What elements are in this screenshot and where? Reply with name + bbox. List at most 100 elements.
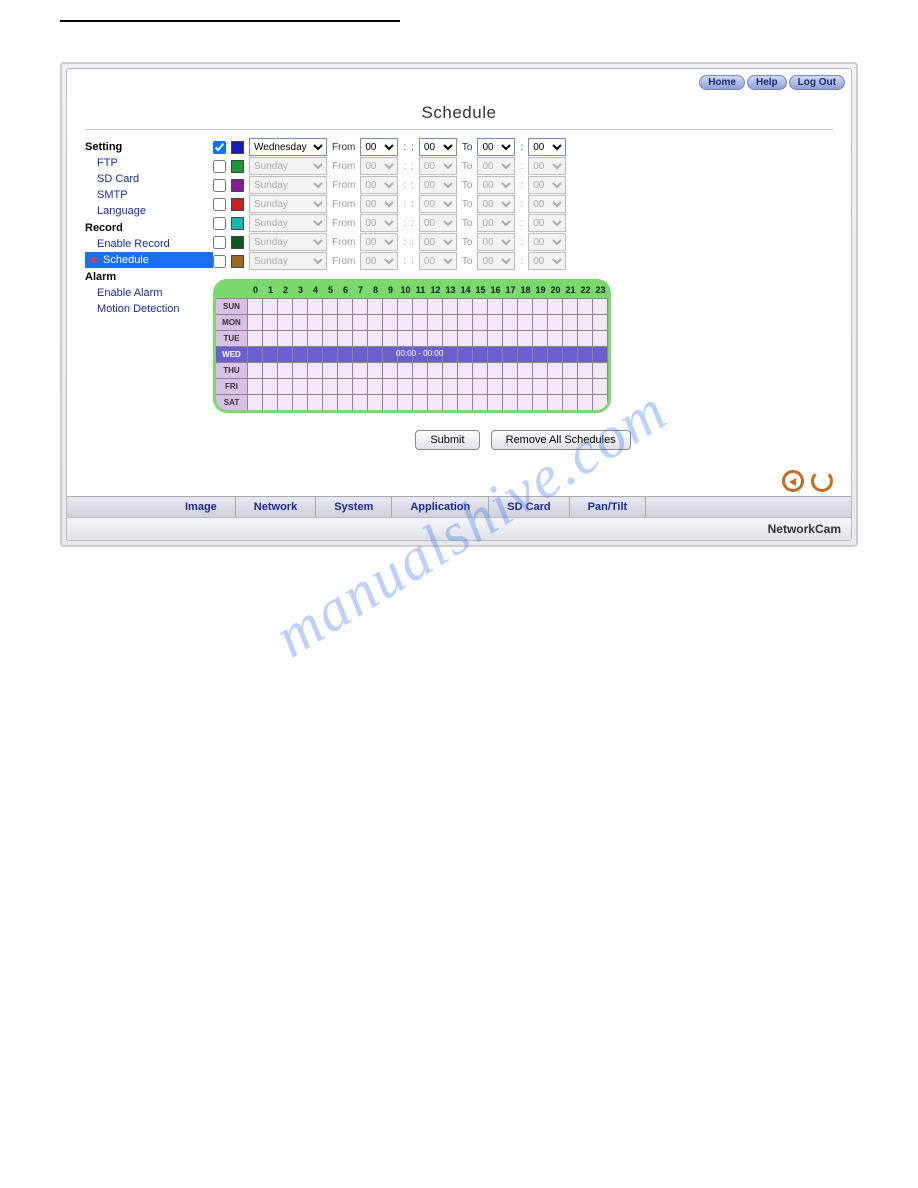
cal-cell[interactable]: [428, 378, 443, 394]
cal-cell[interactable]: [443, 330, 458, 346]
cal-cell[interactable]: [578, 298, 593, 314]
cal-cell[interactable]: [353, 378, 368, 394]
cal-cell[interactable]: [578, 378, 593, 394]
cal-cell[interactable]: [593, 394, 608, 410]
row-enable-checkbox[interactable]: [213, 236, 226, 249]
cal-cell[interactable]: [563, 378, 578, 394]
to-m-select[interactable]: 00: [528, 138, 566, 156]
cal-cell[interactable]: [578, 394, 593, 410]
cal-cell[interactable]: [428, 394, 443, 410]
cal-cell[interactable]: [563, 346, 578, 362]
cal-cell[interactable]: [338, 346, 353, 362]
to-h-select[interactable]: 00: [477, 138, 515, 156]
back-icon[interactable]: [782, 470, 804, 492]
cal-cell[interactable]: [338, 298, 353, 314]
to-m-select[interactable]: 00: [528, 252, 566, 270]
row-enable-checkbox[interactable]: [213, 198, 226, 211]
cal-cell[interactable]: [278, 346, 293, 362]
cal-cell[interactable]: [248, 314, 263, 330]
cal-cell[interactable]: [353, 394, 368, 410]
cal-cell[interactable]: [293, 298, 308, 314]
cal-cell[interactable]: [548, 314, 563, 330]
cal-cell[interactable]: [368, 346, 383, 362]
cal-cell[interactable]: [278, 330, 293, 346]
tab-system[interactable]: System: [316, 497, 392, 517]
cal-cell[interactable]: [323, 362, 338, 378]
cal-cell[interactable]: [458, 378, 473, 394]
from-m-select[interactable]: 00: [419, 195, 457, 213]
tab-sd-card[interactable]: SD Card: [489, 497, 569, 517]
cal-cell[interactable]: [308, 314, 323, 330]
cal-cell[interactable]: [443, 346, 458, 362]
row-enable-checkbox[interactable]: [213, 160, 226, 173]
from-h-select[interactable]: 00: [360, 138, 398, 156]
cal-cell[interactable]: [398, 298, 413, 314]
cal-cell[interactable]: [398, 378, 413, 394]
cal-cell[interactable]: [443, 394, 458, 410]
cal-cell[interactable]: [308, 394, 323, 410]
cal-cell[interactable]: [533, 314, 548, 330]
cal-cell[interactable]: [458, 362, 473, 378]
tab-application[interactable]: Application: [392, 497, 489, 517]
cal-cell[interactable]: [293, 346, 308, 362]
cal-cell[interactable]: [458, 314, 473, 330]
to-m-select[interactable]: 00: [528, 176, 566, 194]
cal-cell[interactable]: [353, 346, 368, 362]
cal-cell[interactable]: [518, 346, 533, 362]
from-m-select[interactable]: 00: [419, 233, 457, 251]
cal-cell[interactable]: [488, 298, 503, 314]
cal-cell[interactable]: [413, 330, 428, 346]
cal-cell[interactable]: [308, 346, 323, 362]
cal-cell[interactable]: [413, 394, 428, 410]
cal-cell[interactable]: [323, 394, 338, 410]
cal-cell[interactable]: [278, 378, 293, 394]
cal-cell[interactable]: [383, 394, 398, 410]
from-m-select[interactable]: 00: [419, 138, 457, 156]
cal-cell[interactable]: [458, 346, 473, 362]
cal-cell[interactable]: [458, 298, 473, 314]
refresh-icon[interactable]: [811, 470, 833, 492]
to-h-select[interactable]: 00: [477, 195, 515, 213]
cal-cell[interactable]: [563, 394, 578, 410]
cal-cell[interactable]: [503, 394, 518, 410]
cal-cell[interactable]: [503, 330, 518, 346]
cal-cell[interactable]: [503, 346, 518, 362]
cal-cell[interactable]: [548, 330, 563, 346]
cal-cell[interactable]: [263, 362, 278, 378]
cal-cell[interactable]: [323, 378, 338, 394]
sidebar-item-enable-alarm[interactable]: Enable Alarm: [85, 285, 213, 301]
day-select[interactable]: Sunday: [249, 233, 327, 251]
from-h-select[interactable]: 00: [360, 176, 398, 194]
from-m-select[interactable]: 00: [419, 252, 457, 270]
cal-cell[interactable]: [518, 378, 533, 394]
home-button[interactable]: Home: [699, 75, 745, 90]
cal-cell[interactable]: [593, 298, 608, 314]
sidebar-item-schedule[interactable]: Schedule: [85, 252, 213, 268]
cal-cell[interactable]: [293, 314, 308, 330]
cal-cell[interactable]: [383, 298, 398, 314]
logout-button[interactable]: Log Out: [789, 75, 845, 90]
cal-cell[interactable]: [263, 330, 278, 346]
cal-cell[interactable]: [578, 362, 593, 378]
sidebar-item-language[interactable]: Language: [85, 203, 213, 219]
to-h-select[interactable]: 00: [477, 157, 515, 175]
cal-cell[interactable]: [578, 346, 593, 362]
cal-cell[interactable]: [263, 346, 278, 362]
cal-cell[interactable]: [413, 378, 428, 394]
cal-cell[interactable]: [353, 314, 368, 330]
cal-cell[interactable]: [593, 314, 608, 330]
cal-cell[interactable]: [248, 298, 263, 314]
cal-cell[interactable]: [308, 330, 323, 346]
cal-cell[interactable]: [263, 394, 278, 410]
cal-cell[interactable]: [368, 330, 383, 346]
cal-cell[interactable]: [293, 330, 308, 346]
from-h-select[interactable]: 00: [360, 195, 398, 213]
cal-cell[interactable]: [368, 378, 383, 394]
sidebar-item-sd-card[interactable]: SD Card: [85, 171, 213, 187]
day-select[interactable]: Sunday: [249, 157, 327, 175]
cal-cell[interactable]: [353, 362, 368, 378]
cal-cell[interactable]: [428, 330, 443, 346]
cal-cell[interactable]: [383, 378, 398, 394]
cal-cell[interactable]: [518, 362, 533, 378]
cal-cell[interactable]: [563, 330, 578, 346]
